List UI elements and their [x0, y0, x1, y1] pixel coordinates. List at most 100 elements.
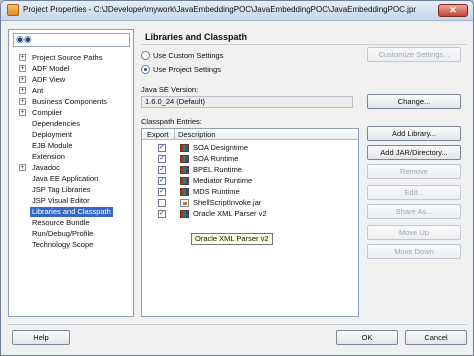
tree-item-label: ADF View	[32, 75, 66, 84]
table-row[interactable]: ✓ MDS Runtime	[142, 187, 358, 197]
radio-label: Use Custom Settings	[153, 51, 224, 60]
library-icon	[180, 144, 189, 152]
radio-label: Use Project Settings	[153, 65, 221, 74]
table-row[interactable]: ShellScriptInvoke.jar	[142, 198, 358, 208]
tree-item[interactable]: + Javadoc	[9, 163, 133, 173]
tree-item-label: Compiler	[32, 108, 63, 117]
tree-item[interactable]: + ADF View	[9, 75, 133, 85]
tree-item-label: Business Components	[32, 97, 108, 106]
customize-settings-button[interactable]: Customize Settings...	[367, 47, 461, 62]
tree-item[interactable]: + ADF Model	[9, 64, 133, 74]
table-row[interactable]: ✓ SOA Runtime	[142, 154, 358, 164]
row-description: MDS Runtime	[193, 187, 240, 196]
ok-button[interactable]: OK	[336, 330, 398, 345]
tree-item-label: Dependencies	[32, 119, 80, 128]
column-header-description[interactable]: Description	[178, 130, 216, 139]
move-down-button[interactable]: Move Down	[367, 244, 461, 259]
export-checkbox[interactable]: ✓	[158, 210, 166, 218]
jdk-version-field: 1.6.0_24 (Default)	[141, 96, 353, 108]
jar-icon	[180, 199, 189, 207]
tree-item-label: Ant	[32, 86, 44, 95]
tree-item-label: Project Source Paths	[32, 53, 103, 62]
export-checkbox[interactable]: ✓	[158, 166, 166, 174]
title-bar: Project Properties - C:\JDeveloper\mywor…	[1, 1, 473, 21]
tree-item[interactable]: Run/Debug/Profile	[9, 229, 133, 239]
expand-icon[interactable]: +	[19, 65, 26, 72]
tree-item[interactable]: Java EE Application	[9, 174, 133, 184]
export-checkbox[interactable]: ✓	[158, 177, 166, 185]
table-row[interactable]: ✓ Mediator Runtime	[142, 176, 358, 186]
library-icon	[180, 210, 189, 218]
tree-item-label: Javadoc	[32, 163, 60, 172]
edit-button[interactable]: Edit...	[367, 185, 461, 200]
row-description: BPEL Runtime	[193, 165, 242, 174]
jdk-version-label: Java SE Version:	[141, 85, 199, 94]
app-icon	[7, 4, 19, 16]
tree-item[interactable]: + Project Source Paths	[9, 53, 133, 63]
row-description: Oracle XML Parser v2	[193, 209, 267, 218]
table-header: Export Description	[142, 129, 358, 140]
expand-icon[interactable]: +	[19, 109, 26, 116]
table-row[interactable]: ✓ BPEL Runtime	[142, 165, 358, 175]
classpath-entries-label: Classpath Entries:	[141, 117, 202, 126]
close-icon[interactable]: ✕	[438, 4, 468, 17]
classpath-entries-table[interactable]: Export Description ✓ SOA Designtime ✓ SOA R…	[141, 128, 359, 317]
add-jar-directory-button[interactable]: Add JAR/Directory...	[367, 145, 461, 160]
row-description: ShellScriptInvoke.jar	[193, 198, 262, 207]
tree-item[interactable]: Resource Bundle	[9, 218, 133, 228]
library-icon	[180, 166, 189, 174]
radio-button-selected[interactable]	[141, 65, 150, 74]
column-header-export[interactable]: Export	[147, 130, 169, 139]
tree-item-label: ADF Model	[32, 64, 70, 73]
export-checkbox[interactable]: ✓	[158, 144, 166, 152]
tree-item[interactable]: JSP Visual Editor	[9, 196, 133, 206]
export-checkbox[interactable]	[158, 199, 166, 207]
tree-item[interactable]: Dependencies	[9, 119, 133, 129]
tree-item-label: Deployment	[32, 130, 73, 139]
tree-item-label: JSP Visual Editor	[32, 196, 90, 205]
tree-search-field[interactable]: ◉◉	[13, 33, 130, 47]
tree-item-label: Libraries and Classpath	[30, 207, 113, 217]
tree-item[interactable]: Deployment	[9, 130, 133, 140]
row-description: SOA Runtime	[193, 154, 239, 163]
export-checkbox[interactable]: ✓	[158, 155, 166, 163]
radio-button[interactable]	[141, 51, 150, 60]
move-up-button[interactable]: Move Up	[367, 225, 461, 240]
tree-item-label: Run/Debug/Profile	[32, 229, 94, 238]
share-as-button[interactable]: Share As...	[367, 204, 461, 219]
remove-button[interactable]: Remove	[367, 164, 461, 179]
expand-icon[interactable]: +	[19, 164, 26, 171]
table-row[interactable]: ✓ SOA Designtime	[142, 143, 358, 153]
tree-item-label: Java EE Application	[32, 174, 99, 183]
tree-item[interactable]: Technology Scope	[9, 240, 133, 250]
row-description: Mediator Runtime	[193, 176, 253, 185]
category-tree[interactable]: ◉◉ + Project Source Paths + ADF Model + ADF V…	[8, 29, 134, 317]
expand-icon[interactable]: +	[19, 76, 26, 83]
window-title: Project Properties - C:\JDeveloper\mywor…	[23, 5, 417, 14]
cancel-button[interactable]: Cancel	[405, 330, 467, 345]
row-tooltip: Oracle XML Parser v2	[191, 233, 273, 245]
tree-item-label: JSP Tag Libraries	[32, 185, 91, 194]
change-jdk-button[interactable]: Change...	[367, 94, 461, 109]
table-row[interactable]: ✓ Oracle XML Parser v2	[142, 209, 358, 219]
export-checkbox[interactable]: ✓	[158, 188, 166, 196]
expand-icon[interactable]: +	[19, 87, 26, 94]
tree-item[interactable]: + Compiler	[9, 108, 133, 118]
add-library-button[interactable]: Add Library...	[367, 126, 461, 141]
row-description: SOA Designtime	[193, 143, 249, 152]
tree-item[interactable]: + Ant	[9, 86, 133, 96]
tree-item-label: EJB Module	[32, 141, 73, 150]
tree-item[interactable]: Extension	[9, 152, 133, 162]
help-button[interactable]: Help	[12, 330, 70, 345]
tree-item[interactable]: JSP Tag Libraries	[9, 185, 133, 195]
tree-item[interactable]: EJB Module	[9, 141, 133, 151]
tree-item[interactable]: + Business Components	[9, 97, 133, 107]
column-divider[interactable]	[174, 129, 175, 140]
tree-item[interactable]: Libraries and Classpath	[9, 207, 133, 217]
footer-divider	[8, 324, 468, 325]
expand-icon[interactable]: +	[19, 98, 26, 105]
tree-item-label: Resource Bundle	[32, 218, 90, 227]
page-title: Libraries and Classpath	[145, 32, 248, 42]
expand-icon[interactable]: +	[19, 54, 26, 61]
title-divider	[141, 44, 467, 45]
